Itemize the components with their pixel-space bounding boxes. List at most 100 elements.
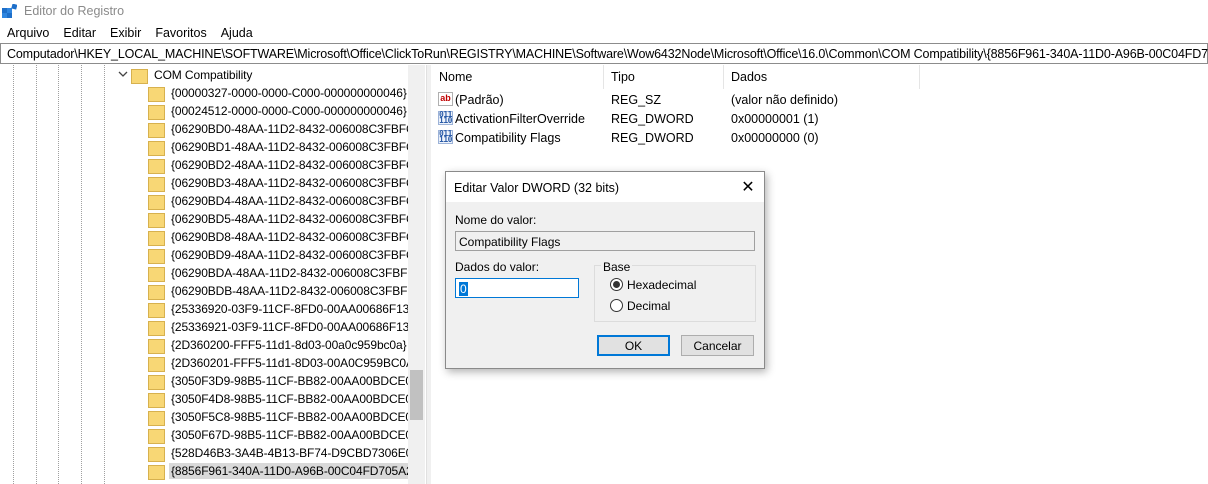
tree-item-label: {06290BD0-48AA-11D2-8432-006008C3FBFC}: [171, 122, 419, 136]
tree-item[interactable]: {2D360200-FFF5-11d1-8d03-00a0c959bc0a}: [148, 336, 409, 354]
tree-item[interactable]: {06290BD5-48AA-11D2-8432-006008C3FBFC}: [148, 210, 420, 228]
column-divider[interactable]: [603, 65, 604, 89]
value-data: (valor não definido): [731, 93, 839, 107]
tree-item[interactable]: {8856F961-340A-11D0-A96B-00C04FD705A2}: [148, 462, 419, 480]
tree-item[interactable]: {06290BD4-48AA-11D2-8432-006008C3FBFC}: [148, 192, 420, 210]
tree-item-label: {25336920-03F9-11CF-8FD0-00AA00686F13}: [171, 302, 414, 316]
column-header-data[interactable]: Dados: [731, 70, 767, 84]
key-tree-pane[interactable]: COM Compatibility {00000327-0000-0000-C0…: [0, 65, 426, 484]
tree-item-label: {3050F3D9-98B5-11CF-BB82-00AA00BDCE0B}: [171, 374, 424, 388]
folder-icon: [148, 248, 165, 264]
tree-item[interactable]: {06290BD9-48AA-11D2-8432-006008C3FBFC}: [148, 246, 420, 264]
folder-icon: [148, 230, 165, 246]
tree-item[interactable]: {06290BD8-48AA-11D2-8432-006008C3FBFC}: [148, 228, 420, 246]
menu-ajuda[interactable]: Ajuda: [214, 24, 260, 42]
tree-item[interactable]: {2D360201-FFF5-11d1-8D03-00A0C959BC0A}: [148, 354, 420, 372]
edit-dword-dialog: Editar Valor DWORD (32 bits) ✕ Nome do v…: [445, 171, 765, 369]
value-name-label: Nome do valor:: [455, 213, 537, 227]
window-title: Editor do Registro: [24, 4, 125, 18]
folder-icon: [148, 392, 165, 408]
tree-item[interactable]: {25336921-03F9-11CF-8FD0-00AA00686F13}: [148, 318, 415, 336]
chevron-down-icon[interactable]: [118, 69, 128, 79]
dialog-title: Editar Valor DWORD (32 bits): [454, 181, 620, 195]
column-header-type[interactable]: Tipo: [611, 70, 635, 84]
folder-icon: [148, 212, 165, 228]
menu-editar[interactable]: Editar: [56, 24, 103, 42]
value-row[interactable]: 011 110 Compatibility Flags REG_DWORD 0x000…: [431, 128, 1208, 147]
tree-item[interactable]: {06290BD1-48AA-11D2-8432-006008C3FBFC}: [148, 138, 420, 156]
tree-guide-line: [36, 65, 37, 484]
tree-item-label: {3050F4D8-98B5-11CF-BB82-00AA00BDCE0B}: [171, 392, 424, 406]
tree-item-label: COM Compatibility: [154, 68, 253, 82]
column-divider[interactable]: [723, 65, 724, 89]
folder-icon: [148, 374, 165, 390]
value-name-text: Compatibility Flags: [459, 235, 561, 249]
folder-icon: [148, 302, 165, 318]
folder-icon: [148, 446, 165, 462]
tree-item[interactable]: {06290BDA-48AA-11D2-8432-006008C3FBFC}: [148, 264, 422, 282]
tree-item-label: {00024512-0000-0000-C000-000000000046}: [171, 104, 407, 118]
menu-arquivo[interactable]: Arquivo: [0, 24, 56, 42]
tree-item-label: {06290BD8-48AA-11D2-8432-006008C3FBFC}: [171, 230, 419, 244]
folder-icon: [148, 320, 165, 336]
address-bar[interactable]: Computador\HKEY_LOCAL_MACHINE\SOFTWARE\M…: [0, 43, 1208, 64]
menu-favoritos[interactable]: Favoritos: [148, 24, 213, 42]
folder-icon: [148, 266, 165, 282]
tree-item[interactable]: {3050F5C8-98B5-11CF-BB82-00AA00BDCE0B}: [148, 408, 426, 426]
folder-icon: [148, 356, 165, 372]
folder-icon: [148, 338, 165, 354]
folder-icon: [148, 104, 165, 120]
registry-editor-icon: [2, 4, 17, 18]
folder-icon: [148, 158, 165, 174]
radio-decimal-label[interactable]: Decimal: [627, 299, 670, 313]
tree-item[interactable]: {3050F67D-98B5-11CF-BB82-00AA00BDCE0B}: [148, 426, 426, 444]
title-bar: Editor do Registro: [0, 0, 1208, 22]
tree-item-label: {06290BDA-48AA-11D2-8432-006008C3FBFC}: [171, 266, 420, 280]
tree-item[interactable]: {00000327-0000-0000-C000-000000000046}: [148, 84, 409, 102]
close-icon[interactable]: ✕: [738, 177, 758, 197]
tree-item-label: {3050F67D-98B5-11CF-BB82-00AA00BDCE0B}: [171, 428, 424, 442]
radio-hexadecimal[interactable]: [610, 278, 623, 291]
base-group-title: Base: [601, 260, 633, 274]
folder-icon: [148, 176, 165, 192]
folder-icon: [148, 194, 165, 210]
folder-icon: [148, 86, 165, 102]
value-data: 0x00000001 (1): [731, 112, 819, 126]
tree-item-label: {2D360201-FFF5-11d1-8D03-00A0C959BC0A}: [171, 356, 418, 370]
tree-item-label: {00000327-0000-0000-C000-000000000046}: [171, 86, 407, 100]
tree-item[interactable]: {06290BDB-48AA-11D2-8432-006008C3FBFC}: [148, 282, 422, 300]
value-row[interactable]: ab (Padrão) REG_SZ (valor não definido): [431, 90, 1208, 109]
binary-value-icon: 011 110: [438, 110, 453, 125]
scrollbar-thumb[interactable]: [410, 370, 423, 420]
tree-item[interactable]: {3050F3D9-98B5-11CF-BB82-00AA00BDCE0B}: [148, 372, 426, 390]
tree-item[interactable]: {00024512-0000-0000-C000-000000000046}: [148, 102, 409, 120]
binary-value-icon: 011 110: [438, 129, 453, 144]
tree-item[interactable]: {25336920-03F9-11CF-8FD0-00AA00686F13}: [148, 300, 415, 318]
tree-item-com-compatibility[interactable]: COM Compatibility: [131, 66, 254, 84]
ok-button[interactable]: OK: [597, 335, 670, 356]
radio-decimal[interactable]: [610, 299, 623, 312]
tree-item[interactable]: {06290BD3-48AA-11D2-8432-006008C3FBFC}: [148, 174, 420, 192]
tree-item[interactable]: {3050F4D8-98B5-11CF-BB82-00AA00BDCE0B}: [148, 390, 426, 408]
tree-item[interactable]: {06290BD2-48AA-11D2-8432-006008C3FBFC}: [148, 156, 420, 174]
value-data-input[interactable]: 0: [455, 278, 579, 298]
tree-item[interactable]: {528D46B3-3A4B-4B13-BF74-D9CBD7306E07}: [148, 444, 425, 462]
dialog-title-bar: Editar Valor DWORD (32 bits) ✕: [446, 172, 764, 202]
column-divider[interactable]: [919, 65, 920, 89]
folder-icon: [148, 410, 165, 426]
tree-guide-line: [104, 65, 105, 484]
tree-scrollbar[interactable]: [408, 65, 425, 484]
tree-item-label: {06290BD9-48AA-11D2-8432-006008C3FBFC}: [171, 248, 419, 262]
tree-guide-line: [58, 65, 59, 484]
value-type: REG_SZ: [611, 93, 662, 107]
list-header: Nome Tipo Dados: [431, 65, 1208, 89]
value-row[interactable]: 011 110 ActivationFilterOverride REG_DWORD…: [431, 109, 1208, 128]
radio-hexadecimal-label[interactable]: Hexadecimal: [627, 278, 696, 292]
tree-guide-line: [81, 65, 82, 484]
tree-item[interactable]: {06290BD0-48AA-11D2-8432-006008C3FBFC}: [148, 120, 420, 138]
column-header-name[interactable]: Nome: [439, 70, 472, 84]
cancel-button[interactable]: Cancelar: [681, 335, 754, 356]
menu-exibir[interactable]: Exibir: [103, 24, 148, 42]
folder-icon: [148, 464, 165, 480]
address-path: Computador\HKEY_LOCAL_MACHINE\SOFTWARE\M…: [7, 47, 1208, 61]
